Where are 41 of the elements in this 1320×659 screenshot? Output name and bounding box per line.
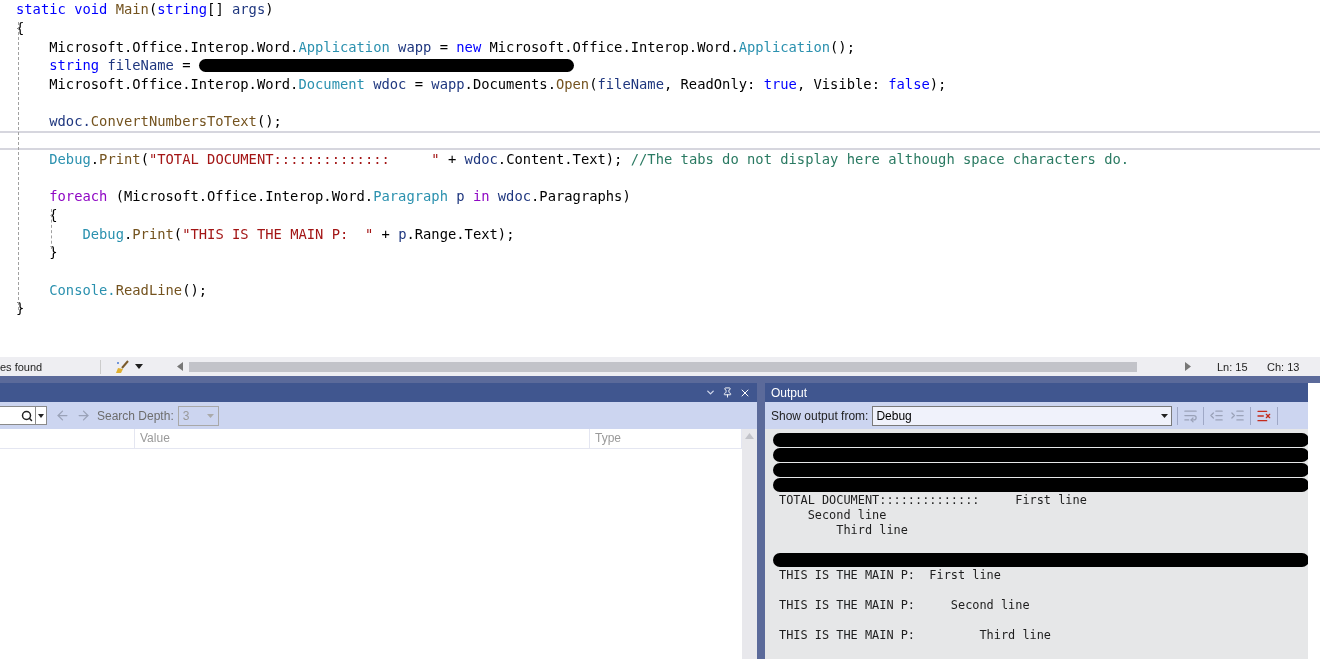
line-number: Ln: 15 <box>1217 360 1249 373</box>
panel-title: Output <box>771 385 809 400</box>
scroll-right-icon[interactable] <box>1185 362 1191 371</box>
caret-icon <box>1161 413 1169 418</box>
dropdown-icon[interactable] <box>705 387 716 398</box>
code-line: wdoc.ConvertNumbersToText(); <box>48 113 282 130</box>
source-label: Show output from: <box>771 408 869 423</box>
search-field[interactable] <box>0 406 36 425</box>
output-line: Third line <box>835 523 908 537</box>
column-header[interactable]: Value <box>140 431 170 445</box>
code-line: static void Main(string[] args) <box>16 1 274 18</box>
scroll-left-icon[interactable] <box>177 362 183 371</box>
search-depth-label: Search Depth: <box>97 408 174 423</box>
vertical-scrollbar[interactable] <box>742 429 757 659</box>
brush-icon[interactable] <box>115 359 131 374</box>
pin-icon[interactable] <box>722 387 733 398</box>
search-depth-select[interactable]: 3 <box>177 405 219 426</box>
caret-icon[interactable] <box>135 363 143 370</box>
code-line: Microsoft.Office.Interop.Word.Application wapp = new Microsoft.Office.Interop.Word.Application(); <box>48 38 855 55</box>
status-message: es found <box>0 359 101 374</box>
code-line: Console.ReadLine(); <box>48 281 208 298</box>
code-line: Debug.Print("TOTAL DOCUMENT:::::::::::::: " + wdoc.Content.Text); //The tabs do not display here although space characters do. <box>48 150 1130 167</box>
search-icon[interactable] <box>21 409 33 422</box>
code-line: } <box>16 300 25 317</box>
scrollbar-thumb[interactable] <box>189 361 1137 372</box>
output-source-select[interactable]: Debug <box>872 405 1173 426</box>
caret-icon <box>38 413 44 418</box>
caret-icon <box>206 413 214 418</box>
code-line: { <box>16 20 25 37</box>
column-header[interactable]: Type <box>595 431 621 445</box>
output-line: Second line <box>806 508 887 522</box>
output-line: THIS IS THE MAIN P: Third line <box>779 628 1052 642</box>
code-line: Microsoft.Office.Interop.Word.Document wdoc = wapp.Documents.Open(fileName, ReadOnly: true, Visible: false); <box>48 76 947 93</box>
code-line: Debug.Print("THIS IS THE MAIN P: " + p.Range.Text); <box>81 225 515 242</box>
code-line: string fileName = <box>48 57 192 74</box>
output-line: TOTAL DOCUMENT:::::::::::::: First line <box>779 493 1087 507</box>
column-number: Ch: 13 <box>1267 360 1301 373</box>
output-line: THIS IS THE MAIN P: Second line <box>779 598 1030 612</box>
output-line: THIS IS THE MAIN P: First line <box>779 568 1001 582</box>
code-line: foreach (Microsoft.Office.Interop.Word.Paragraph p in wdoc.Paragraphs) <box>48 188 631 205</box>
search-dropdown-button[interactable] <box>36 406 47 425</box>
